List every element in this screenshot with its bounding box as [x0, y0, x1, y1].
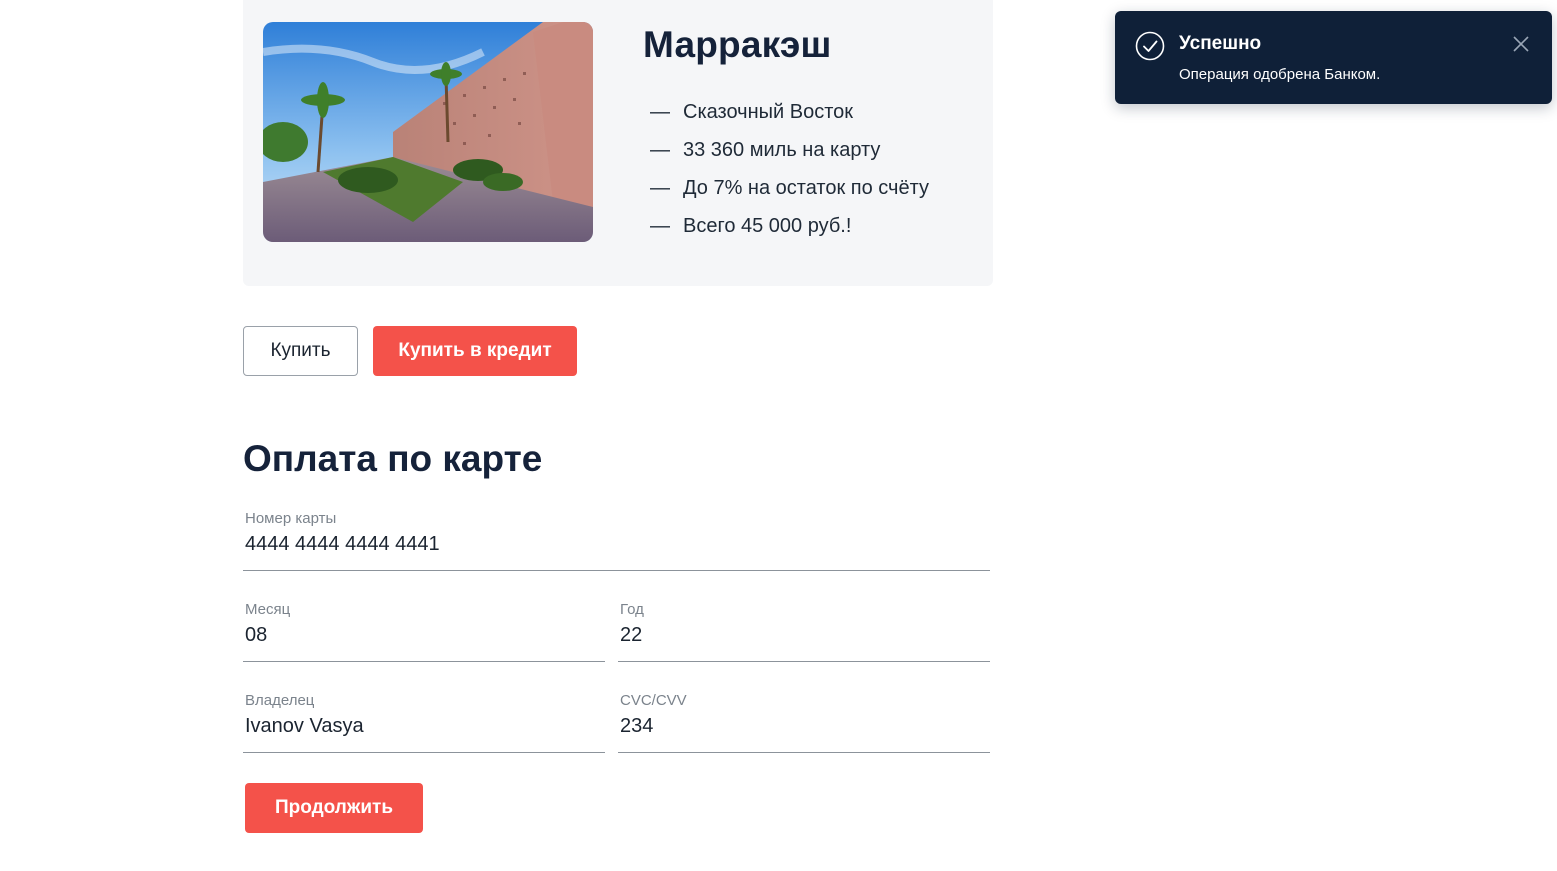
payment-title: Оплата по карте [243, 438, 543, 479]
owner-label: Владелец [245, 692, 315, 709]
continue-button[interactable]: Продолжить [245, 783, 423, 833]
close-icon[interactable] [1510, 33, 1532, 55]
feature-dash: — [650, 101, 670, 123]
notification-title: Успешно [1179, 33, 1262, 54]
month-label: Месяц [245, 601, 291, 618]
feature-dash: — [650, 177, 670, 199]
card-number-field[interactable]: Номер карты 4444 4444 4444 4441 [243, 510, 990, 571]
card-number-label: Номер карты [245, 510, 337, 527]
month-input[interactable]: 08 [245, 624, 267, 647]
tour-title: Марракэш [643, 24, 832, 65]
tour-features-list: — Сказочный Восток — 33 360 миль на карт… [650, 98, 929, 250]
feature-item: — 33 360 миль на карту [650, 136, 929, 174]
tour-image [263, 22, 593, 242]
tour-card: Марракэш — Сказочный Восток — 33 360 мил… [243, 0, 993, 286]
notification-message: Операция одобрена Банком. [1179, 66, 1381, 83]
cvc-field[interactable]: CVC/CVV 234 [618, 692, 990, 753]
cvc-label: CVC/CVV [620, 692, 687, 709]
feature-item: — Всего 45 000 руб.! [650, 212, 929, 250]
feature-text: Всего 45 000 руб.! [683, 215, 852, 237]
year-field[interactable]: Год 22 [618, 601, 990, 662]
feature-item: — Сказочный Восток [650, 98, 929, 136]
feature-item: — До 7% на остаток по счёту [650, 174, 929, 212]
card-number-input[interactable]: 4444 4444 4444 4441 [245, 533, 440, 556]
feature-dash: — [650, 215, 670, 237]
feature-text: Сказочный Восток [683, 101, 853, 123]
year-input[interactable]: 22 [620, 624, 642, 647]
feature-dash: — [650, 139, 670, 161]
cvc-input[interactable]: 234 [620, 715, 653, 738]
feature-text: 33 360 миль на карту [683, 139, 881, 161]
buy-button[interactable]: Купить [243, 326, 358, 376]
owner-field[interactable]: Владелец Ivanov Vasya [243, 692, 605, 753]
check-circle-icon [1135, 31, 1165, 61]
success-notification: Успешно Операция одобрена Банком. [1115, 11, 1552, 104]
month-field[interactable]: Месяц 08 [243, 601, 605, 662]
buy-credit-button[interactable]: Купить в кредит [373, 326, 577, 376]
year-label: Год [620, 601, 644, 618]
owner-input[interactable]: Ivanov Vasya [245, 715, 364, 738]
feature-text: До 7% на остаток по счёту [683, 177, 929, 199]
